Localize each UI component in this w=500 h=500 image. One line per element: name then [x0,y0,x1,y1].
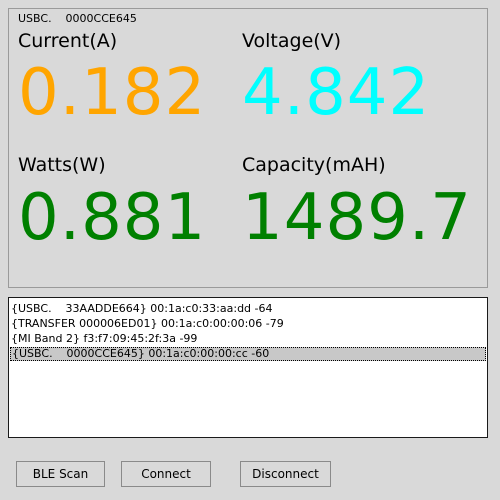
list-item[interactable]: {MI Band 2} f3:f7:09:45:2f:3a -99 [10,332,486,346]
voltage-value: 4.842 [242,56,431,130]
ble-scan-button[interactable]: BLE Scan [16,461,105,487]
list-item[interactable]: {USBC. 33AADDE664} 00:1a:c0:33:aa:dd -64 [10,302,486,316]
watts-value: 0.881 [18,181,207,255]
disconnect-button[interactable]: Disconnect [240,461,331,487]
list-item[interactable]: {TRANSFER 000006ED01} 00:1a:c0:00:00:06 … [10,317,486,331]
voltage-label: Voltage(V) [242,30,342,52]
list-item-selected[interactable]: {USBC. 0000CCE645} 00:1a:c0:00:00:cc -60 [10,347,486,361]
current-value: 0.182 [18,56,207,130]
capacity-value: 1489.7 [242,181,472,255]
current-label: Current(A) [18,30,118,52]
capacity-label: Capacity(mAH) [242,154,386,176]
device-list[interactable]: {USBC. 33AADDE664} 00:1a:c0:33:aa:dd -64… [8,297,488,438]
connect-button[interactable]: Connect [121,461,211,487]
app-window: USBC. 0000CCE645 Current(A) 0.182 Voltag… [0,0,500,500]
connected-device-label: USBC. 0000CCE645 [18,12,137,25]
meter-panel: USBC. 0000CCE645 Current(A) 0.182 Voltag… [8,8,488,288]
watts-label: Watts(W) [18,154,106,176]
